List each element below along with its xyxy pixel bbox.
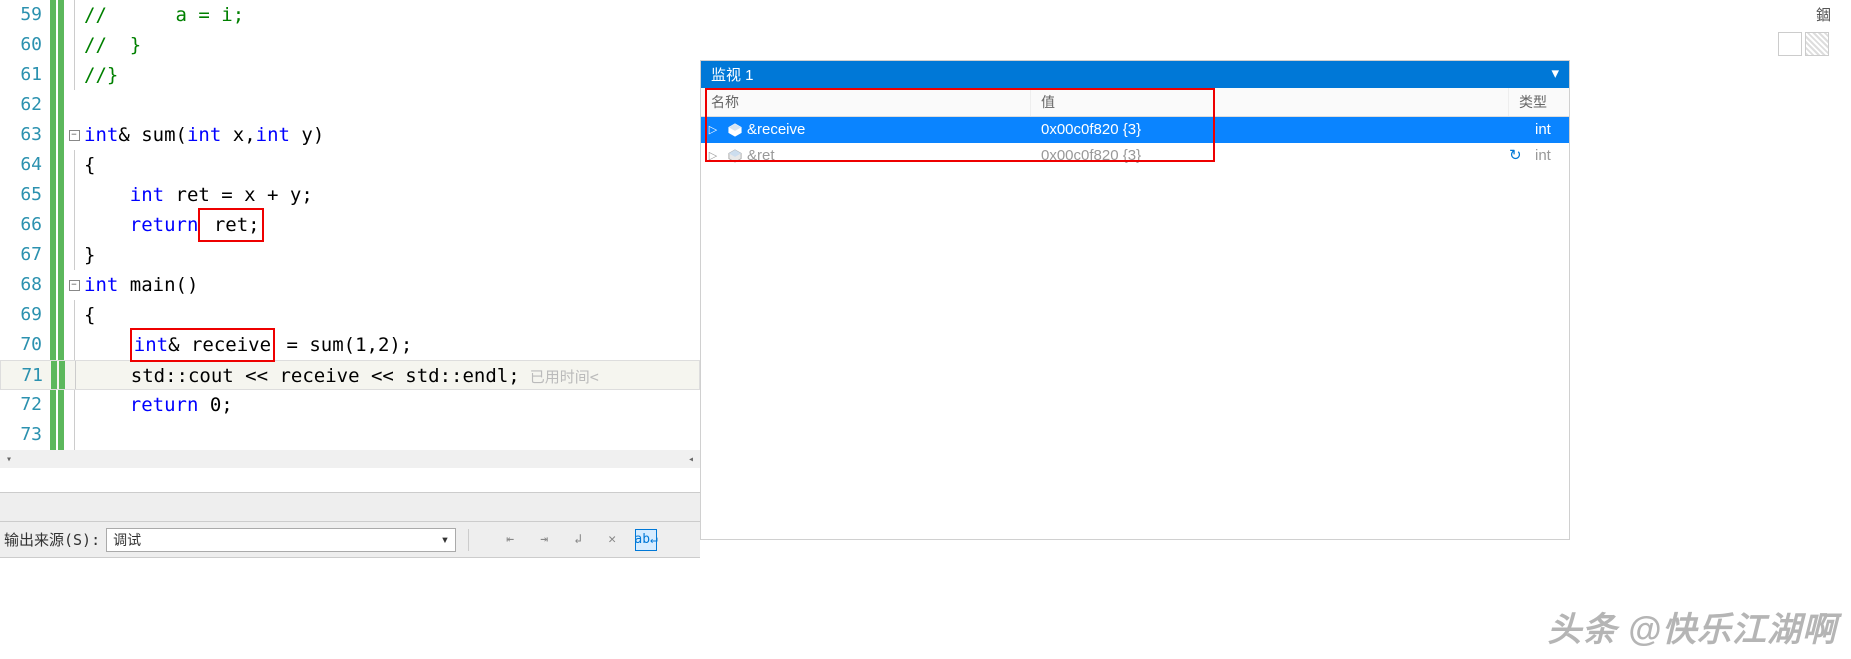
line-number: 65 bbox=[0, 180, 50, 210]
code-line[interactable]: { bbox=[84, 300, 95, 330]
highlight-ret: ret; bbox=[198, 208, 263, 242]
line-number: 71 bbox=[1, 361, 51, 389]
dropdown-icon[interactable]: ▾ bbox=[1551, 64, 1559, 85]
line-number: 66 bbox=[0, 210, 50, 240]
scroll-down-icon[interactable]: ▾ bbox=[0, 450, 18, 468]
watch-row[interactable]: ▷ &receive 0x00c0f820 {3} int bbox=[701, 117, 1569, 143]
panel-divider[interactable] bbox=[0, 492, 700, 522]
refresh-icon[interactable] bbox=[1509, 117, 1529, 143]
col-name[interactable]: 名称 bbox=[701, 88, 1031, 116]
expander-icon[interactable]: ▷ bbox=[701, 117, 725, 143]
scroll-left-icon[interactable]: ◂ bbox=[682, 450, 700, 468]
fold-toggle[interactable]: − bbox=[64, 270, 84, 300]
watch-type: int bbox=[1529, 117, 1569, 143]
watch-panel: 监视 1 ▾ 名称 值 类型 ▷ &receive 0x00c0f820 {3}… bbox=[700, 60, 1570, 540]
highlight-receive-decl: int& receive bbox=[130, 328, 275, 362]
watch-name[interactable]: &receive bbox=[745, 117, 1031, 143]
code-line[interactable]: return ret; bbox=[84, 210, 264, 240]
code-line[interactable]: // } bbox=[84, 30, 141, 60]
code-line[interactable]: int& sum(int x,int y) bbox=[84, 120, 324, 150]
clear-icon[interactable]: ✕ bbox=[601, 529, 623, 551]
code-line[interactable]: int& receive = sum(1,2); bbox=[84, 330, 412, 360]
indent-left-icon[interactable]: ⇤ bbox=[499, 529, 521, 551]
right-dock: 錮 bbox=[1796, 0, 1851, 60]
code-editor[interactable]: 59 // a = i; 60 // } 61 //} 62 63 − int&… bbox=[0, 0, 700, 450]
code-line[interactable]: { bbox=[84, 150, 95, 180]
line-number: 69 bbox=[0, 300, 50, 330]
watch-header: 名称 值 类型 bbox=[701, 88, 1569, 117]
line-number: 70 bbox=[0, 330, 50, 360]
line-number: 72 bbox=[0, 390, 50, 420]
word-wrap-icon[interactable]: ↲ bbox=[567, 529, 589, 551]
line-number: 68 bbox=[0, 270, 50, 300]
code-line[interactable]: //} bbox=[84, 60, 118, 90]
code-line-current[interactable]: std::cout << receive << std::endl;已用时间< bbox=[85, 361, 599, 389]
dock-label[interactable]: 錮 bbox=[1816, 4, 1831, 25]
indent-right-icon[interactable]: ⇥ bbox=[533, 529, 555, 551]
col-type[interactable]: 类型 bbox=[1509, 88, 1569, 116]
watch-title: 监视 1 bbox=[711, 64, 754, 85]
horizontal-scrollbar[interactable]: ▾ ◂ bbox=[0, 450, 700, 468]
line-number: 67 bbox=[0, 240, 50, 270]
line-number: 63 bbox=[0, 120, 50, 150]
line-number: 62 bbox=[0, 90, 50, 120]
watch-type: int bbox=[1529, 143, 1569, 169]
change-gutter bbox=[50, 0, 56, 30]
watch-title-bar[interactable]: 监视 1 ▾ bbox=[701, 61, 1569, 88]
line-number: 60 bbox=[0, 30, 50, 60]
toggle-wordwrap-icon[interactable]: ab↵ bbox=[635, 529, 657, 551]
watch-value[interactable]: 0x00c0f820 {3} bbox=[1031, 143, 1509, 169]
map-mode-icon[interactable] bbox=[1778, 32, 1802, 56]
output-toolbar: 输出来源(S): 调试 ▾ ⇤ ⇥ ↲ ✕ ab↵ bbox=[0, 522, 700, 558]
split-view-icon[interactable] bbox=[1805, 32, 1829, 56]
line-number: 73 bbox=[0, 420, 50, 450]
code-line[interactable]: // a = i; bbox=[84, 0, 244, 30]
code-line[interactable]: int ret = x + y; bbox=[84, 180, 313, 210]
output-source-select[interactable]: 调试 ▾ bbox=[106, 528, 456, 552]
line-number: 61 bbox=[0, 60, 50, 90]
fold-toggle[interactable]: − bbox=[64, 120, 84, 150]
variable-icon bbox=[725, 143, 745, 169]
expander-icon[interactable]: ▷ bbox=[701, 143, 725, 169]
output-source-label: 输出来源(S): bbox=[4, 529, 100, 550]
code-line[interactable]: int main() bbox=[84, 270, 198, 300]
code-line[interactable]: } bbox=[84, 240, 95, 270]
fold-gutter bbox=[64, 0, 84, 30]
watch-value[interactable]: 0x00c0f820 {3} bbox=[1031, 117, 1509, 143]
chevron-down-icon: ▾ bbox=[441, 532, 449, 548]
perf-tip[interactable]: 已用时间< bbox=[530, 368, 599, 386]
col-value[interactable]: 值 bbox=[1031, 88, 1509, 116]
refresh-icon[interactable]: ↻ bbox=[1509, 143, 1529, 169]
variable-icon bbox=[725, 117, 745, 143]
watermark: 头条 @快乐江湖啊 bbox=[1547, 602, 1837, 651]
watch-row[interactable]: ▷ &ret 0x00c0f820 {3} ↻ int bbox=[701, 143, 1569, 169]
line-number: 64 bbox=[0, 150, 50, 180]
code-line[interactable]: return 0; bbox=[84, 390, 233, 420]
line-number: 59 bbox=[0, 0, 50, 30]
watch-name[interactable]: &ret bbox=[745, 143, 1031, 169]
